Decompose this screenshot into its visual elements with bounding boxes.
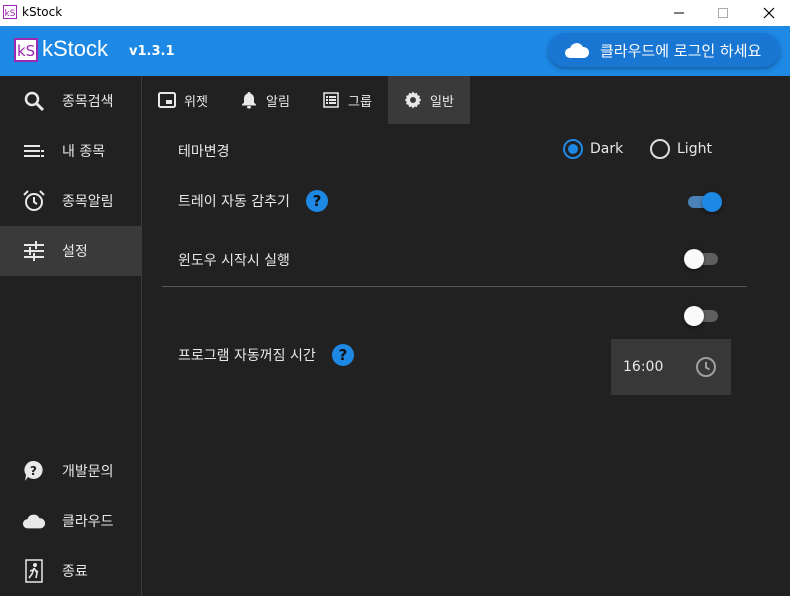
tray-autohide-toggle[interactable] <box>686 191 722 212</box>
grid-list-icon <box>322 91 340 109</box>
app-version: v1.3.1 <box>129 44 175 59</box>
sidebar-item-contact-dev[interactable]: ? 개발문의 <box>0 446 141 496</box>
svg-text:kS: kS <box>5 9 16 19</box>
toggle-thumb <box>684 306 704 326</box>
maximize-button[interactable] <box>700 0 746 26</box>
sidebar: 종목검색 내 종목 종목알림 설정 ? 개발문의 클라우드 종료 <box>0 76 142 596</box>
theme-dark-label: Dark <box>590 141 624 157</box>
auto-shutdown-label: 프로그램 자동꺼짐 시간 <box>178 348 316 364</box>
window-title: kStock <box>22 5 63 19</box>
svg-text:kS: kS <box>17 42 35 60</box>
maximize-icon <box>718 8 728 18</box>
theme-label: 테마변경 <box>178 144 230 160</box>
app-logo-icon: kS <box>14 38 38 62</box>
tab-label: 알림 <box>266 94 290 110</box>
sidebar-item-settings[interactable]: 설정 <box>0 226 141 276</box>
tray-autohide-label: 트레이 자동 감추기 <box>178 194 290 210</box>
sidebar-item-exit[interactable]: 종료 <box>0 546 141 596</box>
search-icon <box>22 89 46 113</box>
bell-icon <box>240 91 258 109</box>
app-name: kStock <box>42 36 109 61</box>
tab-alerts[interactable]: 알림 <box>240 76 310 124</box>
alarm-clock-icon <box>22 189 46 213</box>
theme-light-label: Light <box>677 141 712 157</box>
sidebar-item-label: 클라우드 <box>62 514 114 530</box>
theme-light-radio[interactable] <box>650 139 670 159</box>
tab-general[interactable]: 일반 <box>388 76 470 124</box>
cloud-login-label: 클라우드에 로그인 하세요 <box>600 41 762 60</box>
sidebar-item-label: 종목알림 <box>62 194 114 210</box>
exit-icon <box>22 559 46 583</box>
tab-label: 일반 <box>430 94 454 110</box>
window-titlebar: kS kStock <box>0 0 790 26</box>
sidebar-item-my-stocks[interactable]: 내 종목 <box>0 126 141 176</box>
close-icon <box>763 7 775 19</box>
cloud-icon <box>22 509 46 533</box>
run-on-startup-label: 윈도우 시작시 실행 <box>178 253 290 269</box>
cloud-icon <box>565 43 590 58</box>
sidebar-item-label: 내 종목 <box>62 144 106 160</box>
sidebar-item-label: 개발문의 <box>62 464 114 480</box>
app-header: kS kStock v1.3.1 클라우드에 로그인 하세요 <box>0 26 790 76</box>
sidebar-item-label: 설정 <box>62 244 88 260</box>
auto-shutdown-toggle[interactable] <box>684 305 720 326</box>
svg-text:?: ? <box>30 464 37 478</box>
minimize-button[interactable] <box>656 0 702 26</box>
tab-widget[interactable]: 위젯 <box>158 76 228 124</box>
run-on-startup-toggle[interactable] <box>684 248 720 269</box>
tab-groups[interactable]: 그룹 <box>322 76 392 124</box>
clock-icon[interactable] <box>695 356 717 378</box>
toggle-thumb <box>702 192 722 212</box>
widget-icon <box>158 91 176 109</box>
toggle-thumb <box>684 249 704 269</box>
minimize-icon <box>674 12 684 14</box>
close-button[interactable] <box>746 0 790 26</box>
auto-shutdown-time-picker[interactable]: 16:00 <box>611 339 731 395</box>
sidebar-item-label: 종료 <box>62 564 88 580</box>
sidebar-item-cloud[interactable]: 클라우드 <box>0 496 141 546</box>
section-divider <box>162 286 747 287</box>
help-bubble-icon: ? <box>22 459 46 483</box>
tab-label: 그룹 <box>348 94 372 110</box>
tab-label: 위젯 <box>184 94 208 110</box>
sidebar-item-label: 종목검색 <box>62 94 114 110</box>
help-icon[interactable]: ? <box>332 344 354 366</box>
tune-icon <box>22 239 46 263</box>
theme-dark-radio[interactable] <box>563 139 583 159</box>
help-icon[interactable]: ? <box>306 190 328 212</box>
cloud-login-button[interactable]: 클라우드에 로그인 하세요 <box>548 33 780 67</box>
list-icon <box>22 139 46 163</box>
sidebar-item-search[interactable]: 종목검색 <box>0 76 141 126</box>
app-logo-icon: kS <box>3 5 17 19</box>
gear-icon <box>404 91 422 109</box>
sidebar-item-alerts[interactable]: 종목알림 <box>0 176 141 226</box>
auto-shutdown-time-value: 16:00 <box>623 359 664 375</box>
